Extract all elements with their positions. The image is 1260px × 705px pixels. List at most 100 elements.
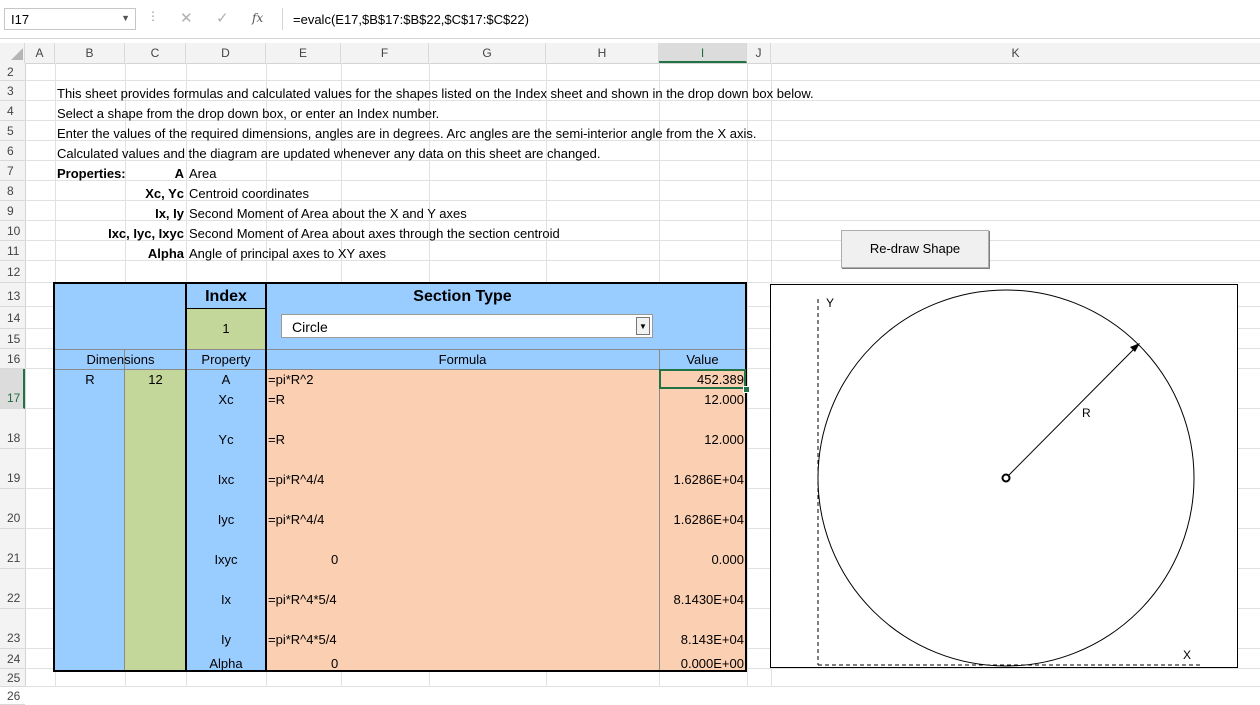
- row-header[interactable]: 19: [0, 449, 25, 489]
- col-header-g[interactable]: G: [429, 43, 546, 63]
- row-header[interactable]: 22: [0, 569, 25, 609]
- row-header[interactable]: 16: [0, 349, 25, 369]
- select-all-corner[interactable]: [0, 43, 25, 63]
- gridline: [747, 63, 748, 687]
- table-divider: [124, 349, 125, 671]
- property-name: Alpha: [209, 656, 243, 671]
- row-header[interactable]: 7: [0, 161, 25, 181]
- property-formula[interactable]: =pi*R^2: [268, 372, 314, 387]
- property-value[interactable]: 12.000: [660, 392, 744, 407]
- row-header[interactable]: 21: [0, 529, 25, 569]
- confirm-icon[interactable]: ✓: [216, 9, 229, 27]
- property-value[interactable]: 8.1430E+04: [660, 592, 744, 607]
- row-header[interactable]: 4: [0, 101, 25, 121]
- name-box[interactable]: I17 ▼: [4, 8, 136, 30]
- property-value[interactable]: 12.000: [660, 432, 744, 447]
- col-header-i[interactable]: I: [659, 43, 747, 63]
- row-header[interactable]: 12: [0, 261, 25, 283]
- insert-function-icon[interactable]: fx: [252, 11, 263, 25]
- intro-line-2: Select a shape from the drop down box, o…: [57, 106, 440, 121]
- row-header[interactable]: 25: [0, 669, 25, 687]
- table-divider: [55, 369, 746, 370]
- property-value[interactable]: 0.000: [660, 552, 744, 567]
- radius-line: [1005, 344, 1139, 479]
- property-formula[interactable]: 0: [331, 552, 338, 567]
- property-formula[interactable]: =R: [268, 432, 285, 447]
- row-header[interactable]: 6: [0, 141, 25, 161]
- property-value[interactable]: 1.6286E+04: [660, 512, 744, 527]
- x-axis-label: X: [1183, 648, 1192, 662]
- fill-handle[interactable]: [743, 386, 750, 393]
- row-header[interactable]: 18: [0, 409, 25, 449]
- row-header[interactable]: 20: [0, 489, 25, 529]
- property-formula[interactable]: =pi*R^4*5/4: [268, 592, 337, 607]
- property-value[interactable]: 0.000E+00: [660, 656, 744, 671]
- row-header[interactable]: 23: [0, 609, 25, 649]
- row-header[interactable]: 13: [0, 283, 25, 307]
- legend-desc: Centroid coordinates: [189, 186, 309, 201]
- cancel-icon[interactable]: ✕: [180, 9, 193, 27]
- col-header-b[interactable]: B: [55, 43, 125, 63]
- col-header-j[interactable]: J: [747, 43, 771, 63]
- section-type-value: Circle: [292, 319, 328, 335]
- column-headers: A B C D E F G H I J K: [0, 43, 1260, 64]
- property-name: Ixc: [217, 472, 235, 487]
- property-header: Property: [201, 352, 251, 367]
- property-formula[interactable]: =pi*R^4*5/4: [268, 632, 337, 647]
- col-header-c[interactable]: C: [125, 43, 186, 63]
- row-header[interactable]: 10: [0, 221, 25, 241]
- formula-input[interactable]: =evalc(E17,$B$17:$B$22,$C$17:$C$22): [282, 8, 1260, 30]
- property-formula[interactable]: =pi*R^4/4: [268, 472, 324, 487]
- property-formula[interactable]: 0: [331, 656, 338, 671]
- y-axis-label: Y: [826, 296, 835, 310]
- col-header-f[interactable]: F: [341, 43, 429, 63]
- row-header[interactable]: 15: [0, 329, 25, 349]
- radius-label: R: [1082, 406, 1091, 420]
- intro-line-3: Enter the values of the required dimensi…: [57, 126, 757, 141]
- dimension-name: R: [85, 372, 95, 387]
- dimension-value-column[interactable]: [125, 369, 186, 671]
- col-header-e[interactable]: E: [266, 43, 341, 63]
- table-border: [53, 670, 747, 672]
- redraw-shape-button[interactable]: Re-draw Shape: [841, 230, 989, 268]
- table-border: [745, 282, 747, 672]
- legend-key: Alpha: [147, 246, 184, 261]
- active-cell-outline[interactable]: [659, 369, 746, 389]
- select-all-icon: [11, 48, 23, 60]
- property-formula[interactable]: =pi*R^4/4: [268, 512, 324, 527]
- dimensions-header: Dimensions: [86, 352, 155, 367]
- row-header[interactable]: 8: [0, 181, 25, 201]
- row-header[interactable]: 17: [0, 369, 25, 409]
- row-header[interactable]: 9: [0, 201, 25, 221]
- property-name: Iy: [220, 632, 232, 647]
- section-type-dropdown[interactable]: Circle ▼: [281, 314, 653, 338]
- shape-diagram[interactable]: Y X R: [770, 284, 1238, 668]
- legend-desc: Area: [189, 166, 217, 181]
- row-header[interactable]: 26: [0, 687, 25, 705]
- index-header: Index: [205, 288, 247, 305]
- row-header[interactable]: 2: [0, 63, 25, 81]
- drag-handle-icon[interactable]: ⋮: [147, 9, 159, 23]
- col-header-k[interactable]: K: [771, 43, 1260, 63]
- gridline: [25, 80, 1260, 81]
- row-headers: 2 3 4 5 6 7 8 9 10 11 12 13 14 15 16 17 18 19 20 21 22 23 24 25…: [0, 63, 26, 705]
- row-header[interactable]: 3: [0, 81, 25, 101]
- chevron-down-icon[interactable]: ▼: [121, 13, 130, 23]
- formula-bar: I17 ▼ ⋮ ✕ ✓ fx =evalc(E17,$B$17:$B$22,$C…: [0, 0, 1260, 39]
- property-name: Iyc: [217, 512, 235, 527]
- row-header[interactable]: 11: [0, 241, 25, 261]
- row-header[interactable]: 24: [0, 649, 25, 669]
- dimension-value[interactable]: 12: [125, 372, 186, 387]
- row-header[interactable]: 5: [0, 121, 25, 141]
- index-value[interactable]: 1: [186, 321, 266, 336]
- legend-desc: Angle of principal axes to XY axes: [189, 246, 387, 261]
- property-value[interactable]: 8.143E+04: [660, 632, 744, 647]
- col-header-a[interactable]: A: [25, 43, 55, 63]
- col-header-d[interactable]: D: [186, 43, 266, 63]
- radius-arrowhead: [1130, 343, 1140, 352]
- col-header-h[interactable]: H: [546, 43, 659, 63]
- property-value[interactable]: 1.6286E+04: [660, 472, 744, 487]
- property-formula[interactable]: =R: [268, 392, 285, 407]
- row-header[interactable]: 14: [0, 307, 25, 329]
- dropdown-arrow-icon[interactable]: ▼: [636, 317, 650, 335]
